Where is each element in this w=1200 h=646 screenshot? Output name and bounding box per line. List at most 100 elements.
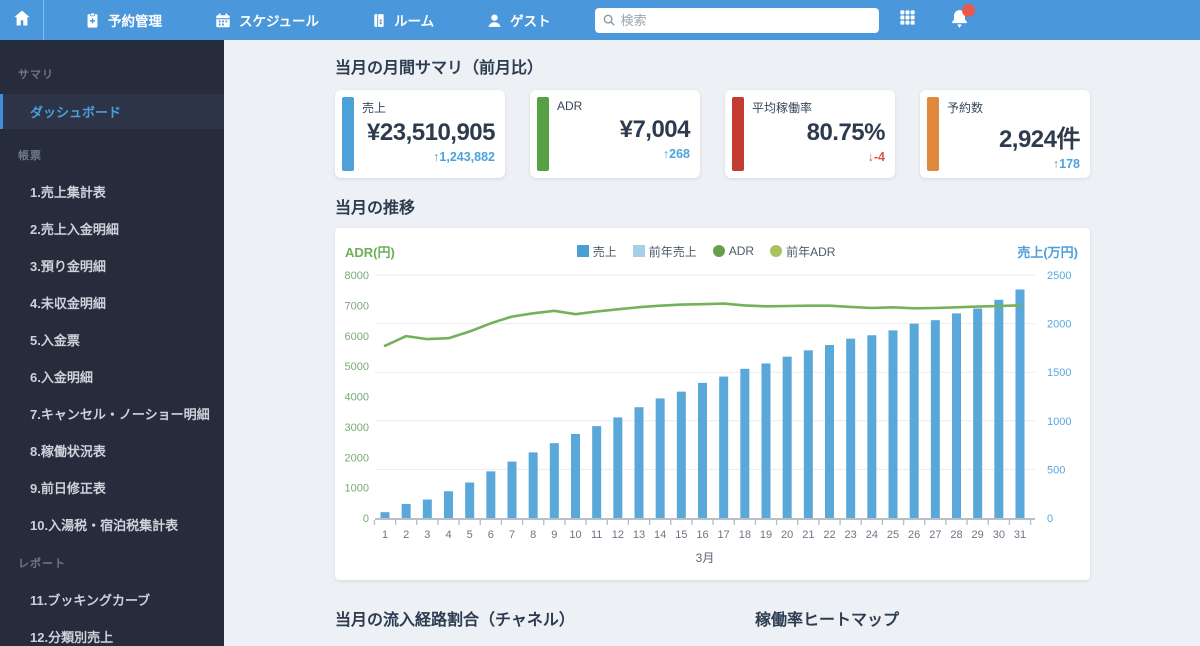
legend-item[interactable]: 前年ADR <box>770 243 835 260</box>
nav-item-guests[interactable]: ゲスト <box>486 10 551 30</box>
svg-text:1500: 1500 <box>1047 367 1071 379</box>
notifications-button[interactable] <box>943 0 977 40</box>
svg-text:0: 0 <box>363 513 369 525</box>
svg-text:14: 14 <box>654 529 666 541</box>
summary-title: 当月の月間サマリ（前月比） <box>335 60 544 77</box>
door-icon <box>371 12 387 29</box>
sidebar-item-cancel-noshow[interactable]: 7.キャンセル・ノーショー明細 <box>0 395 224 432</box>
main-content: 当月の月間サマリ（前月比） 売上 ¥23,510,905 ↑1,243,882 … <box>224 40 1200 646</box>
legend-item[interactable]: 売上 <box>576 243 617 260</box>
trend-chart: 0 1000 2000 3000 4000 5000 6000 7000 8000 0 500 100… <box>345 270 1072 565</box>
kpi-delta: ↓-4 <box>867 150 885 164</box>
kpi-value: 80.75% <box>806 119 886 146</box>
kpi-accent-bar <box>342 97 354 171</box>
sidebar-section-reports: レポート <box>18 558 66 570</box>
kpi-value: ¥7,004 <box>619 116 691 143</box>
svg-text:17: 17 <box>718 529 730 541</box>
svg-text:3月: 3月 <box>696 551 715 565</box>
sidebar-item-sales-summary[interactable]: 1.売上集計表 <box>0 173 224 210</box>
svg-text:29: 29 <box>972 529 984 541</box>
legend-square-swatch <box>632 245 645 257</box>
nav-item-schedule[interactable]: スケジュール <box>214 10 319 30</box>
svg-text:0: 0 <box>1047 513 1053 525</box>
svg-text:9: 9 <box>551 529 557 541</box>
svg-text:31: 31 <box>1014 529 1026 541</box>
nav-item-label: 予約管理 <box>108 14 162 29</box>
svg-text:25: 25 <box>887 529 899 541</box>
channel-title: 当月の流入経路割合（チャネル） <box>335 612 575 629</box>
sidebar-item-sales-by-category[interactable]: 12.分類別売上 <box>0 618 224 646</box>
nav-item-label: スケジュール <box>239 14 320 29</box>
legend-label: 売上 <box>592 244 617 259</box>
svg-text:8000: 8000 <box>345 270 369 282</box>
sidebar-item-deposit-detail[interactable]: 3.預り金明細 <box>0 247 224 284</box>
svg-text:1: 1 <box>382 529 388 541</box>
search-input[interactable] <box>594 7 879 33</box>
search-box <box>594 7 879 33</box>
heatmap-title: 稼働率ヒートマップ <box>755 612 900 629</box>
kpi-accent-bar <box>537 97 549 171</box>
calendar-icon <box>214 12 232 29</box>
svg-text:5000: 5000 <box>345 361 369 373</box>
trend-title: 当月の推移 <box>335 200 416 217</box>
svg-text:500: 500 <box>1047 464 1065 476</box>
legend-item[interactable]: 前年売上 <box>632 243 697 260</box>
kpi-delta: ↑268 <box>662 147 690 161</box>
sidebar-item-booking-curve[interactable]: 11.ブッキングカーブ <box>0 581 224 618</box>
chart-legend: 売上 前年売上 ADR 前年ADR <box>395 243 1018 260</box>
legend-label: 前年ADR <box>786 244 836 259</box>
apps-grid-button[interactable] <box>891 0 925 40</box>
svg-text:12: 12 <box>612 529 624 541</box>
kpi-label: 予約数 <box>947 101 984 115</box>
kpi-card-occupancy: 平均稼働率 80.75% ↓-4 <box>725 90 895 178</box>
kpi-delta: ↑178 <box>1052 157 1080 171</box>
sidebar: サマリ ダッシュボード 帳票 1.売上集計表 2.売上入金明細 3.預り金明細 … <box>0 40 224 646</box>
top-nav: 予約管理 スケジュール ルーム ゲスト <box>0 0 1200 40</box>
svg-text:7: 7 <box>509 529 515 541</box>
legend-square-swatch <box>576 245 589 257</box>
sidebar-section-forms: 帳票 <box>18 150 42 162</box>
left-axis-label: ADR(円) <box>345 244 395 260</box>
legend-label: ADR <box>728 244 755 258</box>
sidebar-item-dashboard[interactable]: ダッシュボード <box>0 94 224 129</box>
home-icon <box>12 8 32 33</box>
svg-text:13: 13 <box>633 529 645 541</box>
svg-text:6000: 6000 <box>345 331 369 343</box>
kpi-value: ¥23,510,905 <box>367 119 495 146</box>
svg-text:24: 24 <box>866 529 878 541</box>
svg-text:11: 11 <box>591 529 602 541</box>
main-nav: 予約管理 スケジュール ルーム ゲスト <box>84 10 551 30</box>
legend-circle-swatch <box>770 245 783 257</box>
svg-text:2500: 2500 <box>1047 270 1071 282</box>
svg-text:27: 27 <box>929 529 941 541</box>
right-axis-label: 売上(万円) <box>1017 244 1078 260</box>
trend-chart-card: ADR(円) 売上 前年売上 ADR 前年ADR 売上(万円) 0 1000 2000 30… <box>335 228 1090 580</box>
sidebar-item-payment-slip[interactable]: 5.入金票 <box>0 321 224 358</box>
sidebar-item-occupancy-status[interactable]: 8.稼働状況表 <box>0 432 224 469</box>
svg-text:10: 10 <box>569 529 581 541</box>
svg-text:7000: 7000 <box>345 300 369 312</box>
bottom-section-headings: 当月の流入経路割合（チャネル） 稼働率ヒートマップ <box>335 606 1090 630</box>
svg-text:4000: 4000 <box>345 392 369 404</box>
grid-icon <box>898 8 917 32</box>
sidebar-item-sales-deposit-detail[interactable]: 2.売上入金明細 <box>0 210 224 247</box>
svg-text:8: 8 <box>530 529 536 541</box>
sidebar-item-receivable-detail[interactable]: 4.未収金明細 <box>0 284 224 321</box>
sidebar-item-previous-day-correction[interactable]: 9.前日修正表 <box>0 469 224 506</box>
nav-item-reservations[interactable]: 予約管理 <box>84 10 162 30</box>
svg-text:19: 19 <box>760 529 772 541</box>
legend-item[interactable]: ADR <box>712 244 755 258</box>
nav-item-rooms[interactable]: ルーム <box>371 10 434 30</box>
sidebar-item-bath-tax[interactable]: 10.入湯税・宿泊税集計表 <box>0 506 224 543</box>
svg-text:15: 15 <box>675 529 687 541</box>
svg-text:30: 30 <box>993 529 1005 541</box>
home-button[interactable] <box>0 0 44 40</box>
kpi-card-adr: ADR ¥7,004 ↑268 <box>530 90 700 178</box>
kpi-accent-bar <box>927 97 939 171</box>
svg-text:2000: 2000 <box>1047 319 1071 331</box>
svg-text:1000: 1000 <box>1047 416 1071 428</box>
nav-item-label: ルーム <box>394 14 435 29</box>
kpi-row: 売上 ¥23,510,905 ↑1,243,882 ADR ¥7,004 ↑26… <box>335 90 1090 178</box>
sidebar-item-payment-detail[interactable]: 6.入金明細 <box>0 358 224 395</box>
svg-text:26: 26 <box>908 529 920 541</box>
